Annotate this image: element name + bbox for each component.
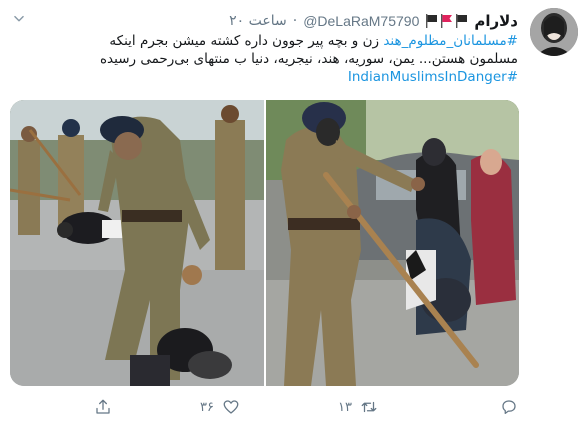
red-flag-icon [441,14,453,28]
retweet-count: ۱۳ [338,399,352,415]
tweet-text-line-1: #مسلمانان_مظلوم_هند زن و بچه پیر جوون دا… [18,32,518,50]
name-flags [425,14,468,28]
hashtag-link[interactable]: #مسلمانان_مظلوم_هند [383,33,518,49]
hashtag-link[interactable]: #IndianMuslimsInDanger [348,69,518,85]
black-flag-icon [456,14,468,28]
share-icon [96,399,110,414]
tweet-text-line-3: #IndianMuslimsInDanger [18,68,518,86]
handle[interactable]: @DeLaRaM75790 [303,13,419,29]
tweet-text-line-2: مسلمون هستن... یمن، سوریه، هند، نیجریه، … [99,51,518,67]
tweet-actions: ۳۶ ۱۳ [0,396,588,420]
retweet-icon [361,401,377,413]
timestamp[interactable]: ۲۰ ساعت [229,13,287,29]
display-name[interactable]: دلارام [474,12,518,30]
media-photo-left[interactable] [10,100,264,386]
tweet-card[interactable]: دلارام @DeLaRaM75790 · ۲۰ ساعت #مسلمانان… [0,0,588,426]
avatar[interactable] [530,8,578,56]
heart-icon [223,400,239,414]
chevron-down-icon[interactable] [12,12,26,26]
tweet-header: دلارام @DeLaRaM75790 · ۲۰ ساعت [229,10,518,32]
media-photo-right[interactable] [266,100,519,386]
black-flag-icon [426,14,438,28]
tweet-text-segment: زن و بچه پیر جوون داره کشته میشن بجرم ای… [109,33,384,49]
like-count: ۳۶ [200,399,214,415]
tweet-text: #مسلمانان_مظلوم_هند زن و بچه پیر جوون دا… [18,32,518,86]
share-button[interactable] [94,396,120,418]
reply-icon [502,400,516,415]
reply-button[interactable] [500,396,526,418]
like-button[interactable]: ۳۶ [200,396,240,418]
tweet-media [10,100,519,386]
retweet-button[interactable]: ۱۳ [338,396,378,418]
separator-dot: · [292,13,298,29]
